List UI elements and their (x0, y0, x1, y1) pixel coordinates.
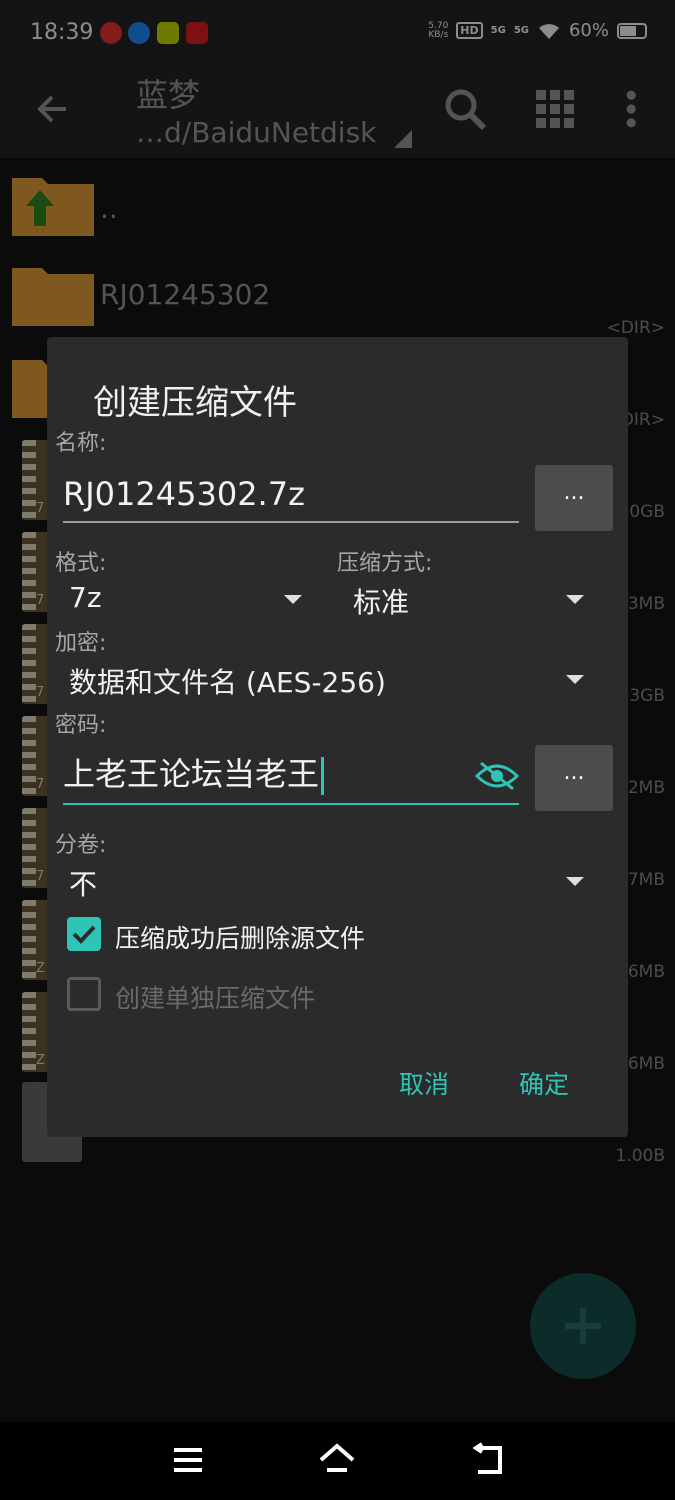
cancel-button[interactable]: 取消 (399, 1065, 449, 1101)
browse-name-button[interactable]: ... (535, 465, 613, 531)
separate-archive-checkbox[interactable] (67, 977, 101, 1011)
dropdown-arrow-icon (566, 877, 584, 886)
password-label: 密码: (55, 713, 107, 738)
password-field[interactable]: 上老王论坛当老王 (63, 743, 519, 805)
compression-value: 标准 (353, 586, 410, 619)
name-label: 名称: (55, 431, 107, 456)
navigation-bar (0, 1422, 675, 1500)
dropdown-arrow-icon (566, 595, 584, 604)
password-value: 上老王论坛当老王 (63, 749, 325, 795)
volume-label: 分卷: (55, 833, 107, 858)
format-value: 7z (69, 581, 102, 614)
menu-icon[interactable] (168, 1440, 208, 1480)
delete-source-label: 压缩成功后删除源文件 (115, 924, 366, 953)
back-icon[interactable] (468, 1440, 508, 1480)
archive-name-field[interactable]: RJ01245302.7z (63, 461, 519, 523)
dropdown-arrow-icon (566, 675, 584, 684)
separate-archive-option[interactable]: 创建单独压缩文件 (47, 971, 607, 1017)
encryption-label: 加密: (55, 631, 107, 656)
encryption-value: 数据和文件名 (AES-256) (69, 666, 386, 699)
dialog-title: 创建压缩文件 (93, 383, 297, 423)
visibility-off-icon[interactable] (475, 761, 519, 791)
delete-source-checkbox[interactable] (67, 917, 101, 951)
volume-value: 不 (69, 868, 98, 901)
archive-name-value: RJ01245302.7z (63, 475, 305, 513)
encryption-select[interactable]: 数据和文件名 (AES-256) (63, 657, 597, 701)
password-options-button[interactable]: ... (535, 745, 613, 811)
home-icon[interactable] (317, 1440, 357, 1480)
checkmark-icon (72, 925, 96, 944)
separate-archive-label: 创建单独压缩文件 (115, 984, 316, 1013)
compression-select[interactable]: 标准 (347, 577, 597, 621)
create-archive-dialog: 创建压缩文件 名称: RJ01245302.7z ... 格式: 压缩方式: 7… (47, 337, 628, 1137)
format-label: 格式: (55, 551, 107, 576)
ok-button[interactable]: 确定 (519, 1065, 569, 1101)
delete-source-option[interactable]: 压缩成功后删除源文件 (47, 911, 607, 957)
dropdown-arrow-icon (284, 595, 302, 604)
format-select[interactable]: 7z (63, 577, 313, 621)
volume-select[interactable]: 不 (63, 859, 597, 903)
compression-label: 压缩方式: (337, 551, 433, 576)
